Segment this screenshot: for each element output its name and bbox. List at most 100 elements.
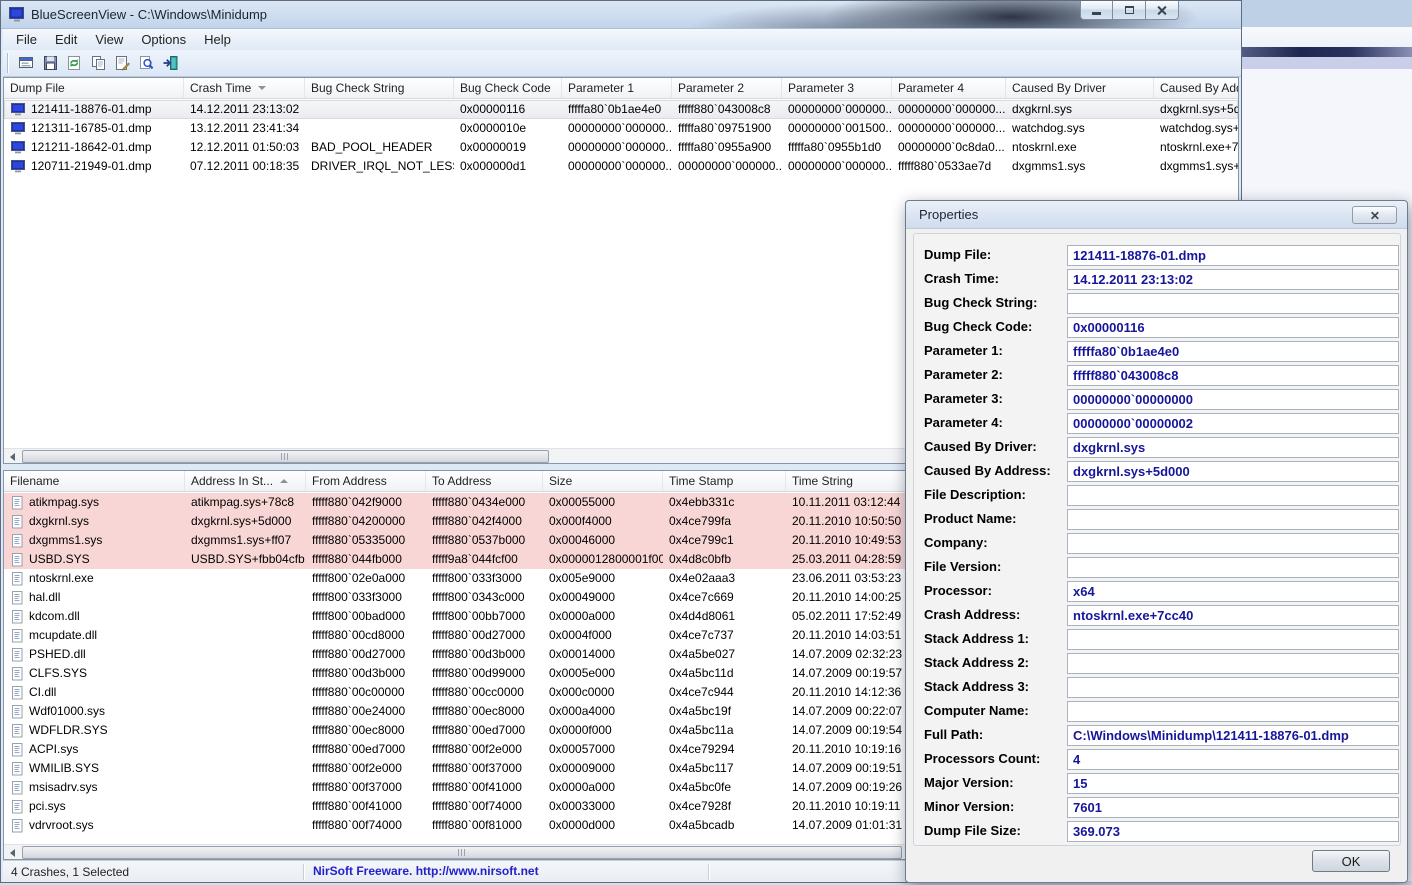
- property-value-file-version[interactable]: [1067, 557, 1399, 578]
- property-value-caused-by-address[interactable]: [1067, 461, 1399, 482]
- driver-file-icon: [12, 685, 23, 699]
- property-value-crash-address[interactable]: [1067, 605, 1399, 626]
- crash-row-parameter-3: 00000000`000000...: [788, 102, 892, 116]
- crash-col-parameter-2[interactable]: Parameter 2: [672, 78, 782, 98]
- crash-row[interactable]: 120711-21949-01.dmp 07.12.2011 00:18:35 DR…: [4, 157, 1238, 176]
- property-value-stack-address-1[interactable]: [1067, 629, 1399, 650]
- menu-edit[interactable]: Edit: [46, 29, 86, 50]
- property-label: Parameter 3:: [924, 391, 1003, 406]
- driver-row-filename: Wdf01000.sys: [4, 702, 185, 721]
- menu-help[interactable]: Help: [195, 29, 240, 50]
- crash-col-parameter-1[interactable]: Parameter 1: [562, 78, 672, 98]
- driver-col-time-stamp[interactable]: Time Stamp: [663, 471, 786, 491]
- crash-col-caused-by-driver[interactable]: Caused By Driver: [1006, 78, 1154, 98]
- find-button[interactable]: [134, 51, 158, 75]
- crash-row-bug-check-code: 0x00000116: [460, 102, 526, 116]
- minidump-icon: [11, 160, 25, 173]
- driver-row-time-stamp: 0x4ce79294: [669, 742, 735, 756]
- driver-row-time-stamp: 0x4ce7928f: [669, 799, 732, 813]
- copy-selected-button[interactable]: [86, 51, 110, 75]
- minimize-button[interactable]: [1080, 1, 1113, 20]
- driver-row-from-address: fffff880`00c00000: [312, 685, 405, 699]
- driver-col-from-address[interactable]: From Address: [306, 471, 426, 491]
- property-value-product-name[interactable]: [1067, 509, 1399, 530]
- driver-row-from-address: fffff880`00f2e000: [312, 761, 402, 775]
- close-button[interactable]: [1146, 1, 1179, 20]
- property-value-processor[interactable]: [1067, 581, 1399, 602]
- maximize-button[interactable]: [1113, 1, 1146, 20]
- crash-col-parameter-3[interactable]: Parameter 3: [782, 78, 892, 98]
- driver-row-from-address: fffff800`02e0a000: [312, 571, 406, 585]
- crash-col-bug-check-string[interactable]: Bug Check String: [305, 78, 454, 98]
- property-value-file-description[interactable]: [1067, 485, 1399, 506]
- refresh-button[interactable]: [62, 51, 86, 75]
- dialog-close-button[interactable]: [1352, 206, 1397, 224]
- scroll-left-button[interactable]: [4, 450, 21, 463]
- crash-col-parameter-4[interactable]: Parameter 4: [892, 78, 1006, 98]
- driver-row-size: 0x00046000: [549, 533, 616, 547]
- advanced-options-button[interactable]: [14, 51, 38, 75]
- dialog-titlebar[interactable]: Properties: [906, 201, 1407, 229]
- property-value-parameter-1[interactable]: [1067, 341, 1399, 362]
- menu-file[interactable]: File: [7, 29, 46, 50]
- menu-options[interactable]: Options: [132, 29, 195, 50]
- property-value-processors-count[interactable]: [1067, 749, 1399, 770]
- scroll-left-button[interactable]: [4, 846, 21, 859]
- property-value-crash-time[interactable]: [1067, 269, 1399, 290]
- driver-row-size: 0x0000d000: [549, 818, 616, 832]
- driver-col-address-in-st[interactable]: Address In St...: [185, 471, 306, 491]
- property-value-bug-check-string[interactable]: [1067, 293, 1399, 314]
- properties-icon: [115, 56, 130, 71]
- save-report-button[interactable]: [38, 51, 62, 75]
- crash-row-caused-by-driver: watchdog.sys: [1012, 121, 1085, 135]
- driver-row-from-address: fffff880`05335000: [312, 533, 406, 547]
- crash-row[interactable]: 121311-16785-01.dmp 13.12.2011 23:41:34 0x…: [4, 119, 1238, 138]
- toolbar: [3, 50, 1241, 77]
- exit-button[interactable]: [158, 51, 182, 75]
- column-label: From Address: [312, 474, 387, 488]
- property-value-parameter-2[interactable]: [1067, 365, 1399, 386]
- crash-row-parameter-1: fffffa80`0b1ae4e0: [568, 102, 662, 116]
- scroll-thumb[interactable]: [22, 450, 549, 463]
- ok-button[interactable]: OK: [1312, 850, 1390, 872]
- property-value-company[interactable]: [1067, 533, 1399, 554]
- property-value-major-version[interactable]: [1067, 773, 1399, 794]
- driver-col-filename[interactable]: Filename: [4, 471, 185, 491]
- crash-col-crash-time[interactable]: Crash Time: [184, 78, 305, 98]
- crash-row[interactable]: 121211-18642-01.dmp 12.12.2011 01:50:03 BA…: [4, 138, 1238, 157]
- crash-col-bug-check-code[interactable]: Bug Check Code: [454, 78, 562, 98]
- driver-row-to-address: fffff800`00bb7000: [432, 609, 526, 623]
- property-row-file-description: File Description:: [906, 485, 1407, 507]
- property-value-dump-file[interactable]: [1067, 245, 1399, 266]
- property-value-caused-by-driver[interactable]: [1067, 437, 1399, 458]
- driver-col-to-address[interactable]: To Address: [426, 471, 543, 491]
- driver-row-to-address: fffff880`00d3b000: [432, 647, 526, 661]
- driver-file-icon: [12, 514, 23, 528]
- property-value-full-path[interactable]: [1067, 725, 1399, 746]
- property-value-computer-name[interactable]: [1067, 701, 1399, 722]
- driver-row-size: 0x00049000: [549, 590, 616, 604]
- driver-file-icon: [12, 704, 23, 718]
- property-value-parameter-3[interactable]: [1067, 389, 1399, 410]
- property-value-dump-file-size[interactable]: [1067, 821, 1399, 842]
- driver-row-from-address: fffff880`044fb000: [312, 552, 402, 566]
- menu-view[interactable]: View: [86, 29, 132, 50]
- driver-row-filename: kdcom.dll: [4, 607, 185, 626]
- crash-row[interactable]: 121411-18876-01.dmp 14.12.2011 23:13:02 0x…: [4, 100, 1238, 119]
- titlebar[interactable]: BlueScreenView - C:\Windows\Minidump: [1, 1, 1241, 29]
- driver-col-size[interactable]: Size: [543, 471, 663, 491]
- scroll-grip: [457, 849, 467, 856]
- properties-button[interactable]: [110, 51, 134, 75]
- property-value-bug-check-code[interactable]: [1067, 317, 1399, 338]
- property-value-stack-address-2[interactable]: [1067, 653, 1399, 674]
- property-value-stack-address-3[interactable]: [1067, 677, 1399, 698]
- crash-row-crash-time: 07.12.2011 00:18:35: [190, 159, 300, 173]
- crash-col-dump-file[interactable]: Dump File: [4, 78, 184, 98]
- driver-row-address-in-stack: [185, 778, 306, 797]
- property-label: Crash Address:: [924, 607, 1021, 622]
- crash-col-caused-by-address[interactable]: Caused By Address: [1154, 78, 1238, 98]
- property-value-minor-version[interactable]: [1067, 797, 1399, 818]
- property-value-parameter-4[interactable]: [1067, 413, 1399, 434]
- scroll-thumb[interactable]: [22, 846, 902, 859]
- toolbar-grip: [7, 53, 8, 73]
